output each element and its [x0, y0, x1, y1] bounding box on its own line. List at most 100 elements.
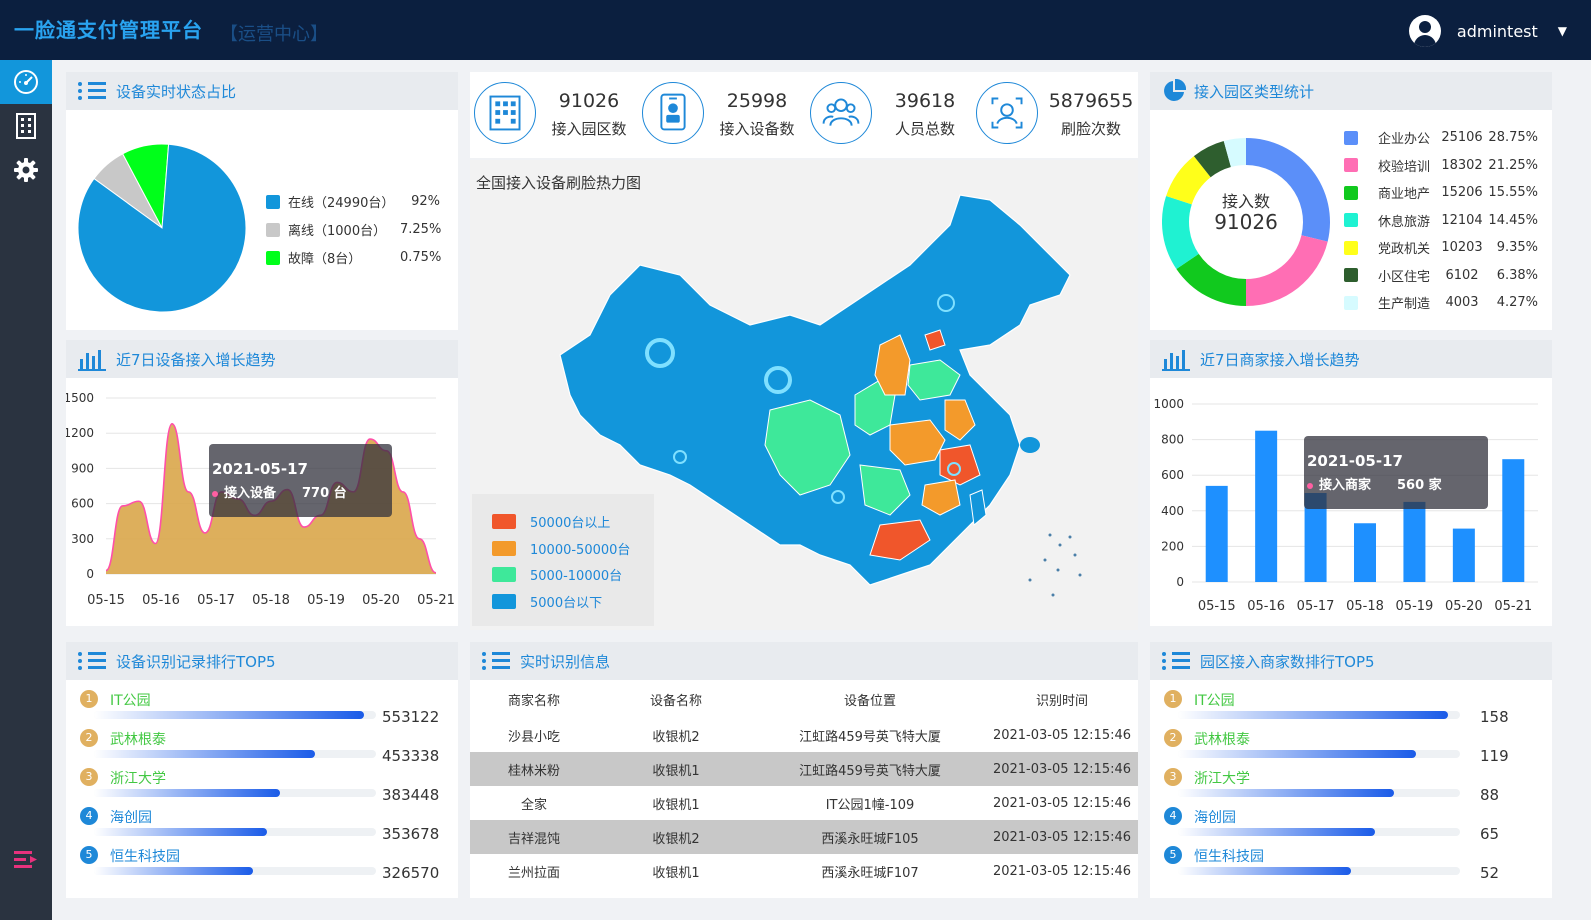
bar[interactable] — [1403, 501, 1426, 582]
rank-track — [1178, 867, 1460, 875]
table-cell: 吉祥混饨 — [470, 820, 598, 854]
merchant-trend-card: 近7日商家接入增长趋势 0 200 400 600 800 1000 05-15 05-16 0… — [1150, 340, 1552, 626]
table-row[interactable]: 沙县小吃 收银机2 江虹路459号英飞特大厦 2021-03-05 12:15:… — [470, 718, 1138, 752]
bar[interactable] — [1452, 528, 1475, 582]
rank-value: 65 — [1480, 825, 1500, 843]
dashboard-icon — [14, 70, 38, 94]
user-menu[interactable]: admintest ▼ — [1408, 15, 1567, 47]
rank-item[interactable]: 1 IT公园 158 — [1164, 690, 1534, 730]
card-header: 近7日设备接入增长趋势 — [66, 340, 458, 378]
table-cell: 2021-03-05 12:15:46 — [986, 820, 1138, 854]
rank-bar — [94, 750, 315, 758]
rank-item[interactable]: 5 恒生科技园 326570 — [80, 846, 450, 886]
rank-name[interactable]: 浙江大学 — [110, 768, 166, 788]
app-subtitle: 【运营中心】 — [220, 24, 328, 45]
map-legend-item[interactable]: 50000台以上 — [492, 512, 610, 531]
legend-percent: 14.45% — [1488, 212, 1538, 228]
rank-name[interactable]: 浙江大学 — [1194, 768, 1250, 788]
legend-value: 15206 — [1441, 185, 1483, 200]
table-cell: 兰州拉面 — [507, 865, 560, 881]
rank-item[interactable]: 3 浙江大学 88 — [1164, 768, 1534, 808]
table-cell: 2021-03-05 12:15:46 — [992, 863, 1132, 879]
tooltip-value: 770 台 — [302, 486, 347, 501]
bar[interactable] — [1255, 430, 1278, 582]
bar[interactable] — [1502, 459, 1525, 582]
chevron-down-icon[interactable]: ▼ — [1558, 24, 1567, 38]
rank-name[interactable]: IT公园 — [110, 690, 151, 710]
stat-label: 接入设备数 — [719, 120, 795, 138]
rank-name[interactable]: 海创园 — [110, 807, 152, 827]
realtime-card: 实时识别信息 商家名称 设备名称 设备位置 识别时间 沙县小吃 收银机2 江虹路… — [470, 642, 1138, 898]
table-row[interactable]: 全家 收银机1 IT公园1幢-109 2021-03-05 12:15:46 — [470, 786, 1138, 820]
table-cell: 桂林米粉 — [470, 752, 598, 786]
rank-value: 453338 — [382, 747, 440, 765]
donut-segment — [1246, 235, 1328, 306]
bar[interactable] — [1354, 523, 1376, 582]
column-header: 设备位置 — [843, 693, 896, 709]
rank-bar — [94, 828, 267, 836]
rank-item[interactable]: 4 海创园 65 — [1164, 807, 1534, 847]
map-legend-item[interactable]: 5000-10000台 — [492, 565, 622, 584]
table-row[interactable]: 吉祥混饨 收银机2 西溪永旺城F105 2021-03-05 12:15:46 — [470, 820, 1138, 854]
rank-name[interactable]: 海创园 — [1194, 807, 1236, 827]
legend-swatch — [266, 222, 280, 237]
y-tick-label: 200 — [1161, 539, 1184, 553]
people-icon — [810, 82, 872, 144]
rank-item[interactable]: 1 IT公园 553122 — [80, 690, 450, 730]
legend-swatch — [1344, 158, 1358, 172]
map-legend-item[interactable]: 10000-50000台 — [492, 539, 630, 558]
rank-badge: 2 — [80, 729, 98, 747]
y-tick-label: 1200 — [66, 426, 94, 440]
rank-name[interactable]: 武林根泰 — [1194, 729, 1250, 749]
table-cell: 收银机2 — [652, 729, 700, 745]
rank-name[interactable]: IT公园 — [1194, 690, 1235, 710]
table-cell: 2021-03-05 12:15:46 — [992, 727, 1132, 743]
legend-item: 商业地产 15206 15.55% — [1344, 183, 1544, 202]
device-trend-card: 近7日设备接入增长趋势 0 300 600 900 1200 1500 05-15 05-16… — [66, 340, 458, 626]
table-cell: 收银机2 — [598, 820, 754, 854]
card-header: 设备识别记录排行TOP5 — [66, 642, 458, 680]
rank-value: 52 — [1480, 864, 1500, 882]
sidebar-item-building[interactable] — [0, 104, 52, 148]
device-status-pie — [77, 143, 247, 313]
map-legend-item[interactable]: 5000台以下 — [492, 592, 602, 611]
column-header: 识别时间 — [1035, 693, 1088, 709]
legend-label: 商业地产 — [1378, 187, 1431, 202]
sidebar-item-dashboard[interactable] — [0, 60, 52, 104]
rank-bar — [1178, 867, 1351, 875]
rank-track — [94, 789, 376, 797]
rank-item[interactable]: 2 武林根泰 453338 — [80, 729, 450, 769]
table-cell: 西溪永旺城F107 — [821, 865, 919, 881]
y-tick-label: 0 — [86, 567, 94, 581]
rank-name[interactable]: 武林根泰 — [110, 729, 166, 749]
table-row[interactable]: 桂林米粉 收银机1 江虹路459号英飞特大厦 2021-03-05 12:15:… — [470, 752, 1138, 786]
rank-item[interactable]: 2 武林根泰 119 — [1164, 729, 1534, 769]
menu-collapse-icon[interactable] — [14, 850, 38, 874]
table-header-row: 商家名称 设备名称 设备位置 识别时间 — [470, 680, 1138, 718]
tooltip-row: 接入设备 770 台 — [212, 482, 347, 501]
sidebar-item-settings[interactable] — [0, 148, 52, 192]
legend-value: 4003 — [1445, 295, 1479, 310]
rank-name[interactable]: 恒生科技园 — [1194, 846, 1264, 866]
rank-item[interactable]: 3 浙江大学 383448 — [80, 768, 450, 808]
username: admintest — [1456, 21, 1538, 41]
rank-name[interactable]: 恒生科技园 — [110, 846, 180, 866]
x-tick-label: 05-16 — [1247, 599, 1285, 614]
rank-item[interactable]: 5 恒生科技园 52 — [1164, 846, 1534, 886]
rank-bar — [1178, 789, 1394, 797]
table-row[interactable]: 兰州拉面 收银机1 西溪永旺城F107 2021-03-05 12:15:46 — [470, 854, 1138, 888]
stat-tile: 39618 人员总数 — [810, 82, 970, 148]
x-tick-label: 05-21 — [1494, 599, 1532, 614]
rank-item[interactable]: 4 海创园 353678 — [80, 807, 450, 847]
list-icon — [78, 649, 108, 673]
rank-bar — [1178, 828, 1375, 836]
x-tick-label: 05-20 — [362, 593, 400, 608]
rank-value: 158 — [1480, 708, 1509, 726]
legend-label: 小区住宅 — [1378, 269, 1431, 285]
rank-bar — [1178, 711, 1448, 719]
card-header: 实时识别信息 — [470, 642, 1138, 680]
legend-swatch — [492, 540, 516, 556]
bar[interactable] — [1205, 485, 1228, 582]
x-tick-label: 05-20 — [1445, 599, 1483, 614]
stat-value: 5879655 — [1048, 90, 1134, 112]
